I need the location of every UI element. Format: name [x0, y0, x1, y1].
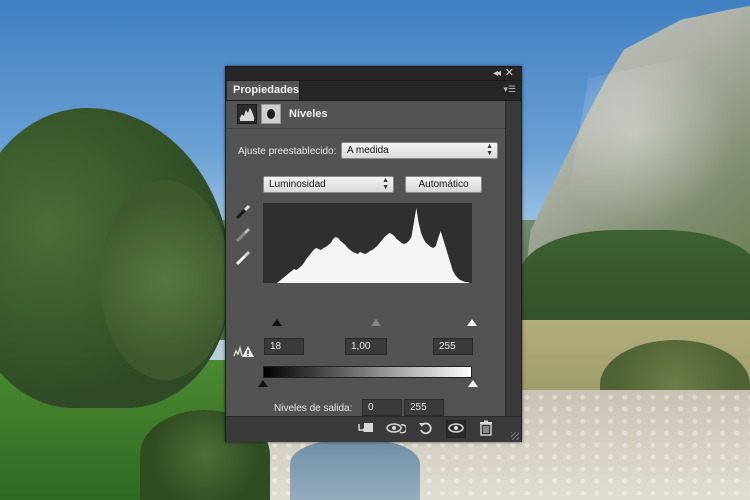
- input-black-slider[interactable]: [272, 319, 282, 326]
- output-gradient-bar: [263, 366, 472, 378]
- cliff-highlight: [560, 60, 750, 240]
- select-arrows-icon: ▲ ▼: [382, 177, 389, 191]
- black-eyedropper-icon[interactable]: [234, 203, 252, 221]
- output-white-slider[interactable]: [468, 380, 478, 387]
- auto-button[interactable]: Automático: [405, 176, 482, 193]
- eye-icon[interactable]: [446, 420, 466, 438]
- properties-panel: ◂◂ ✕ Propiedades ▾☰ Niveles Ajuste prees…: [225, 66, 522, 442]
- white-eyedropper-icon[interactable]: [234, 249, 252, 267]
- view-previous-state-icon[interactable]: [386, 420, 408, 438]
- adjustment-header: Niveles: [226, 101, 507, 129]
- output-levels-label: Niveles de salida:: [274, 403, 353, 414]
- river-water: [290, 440, 420, 500]
- output-white-field[interactable]: 255: [404, 399, 444, 416]
- preset-select[interactable]: A medida ▲ ▼: [341, 142, 498, 159]
- left-tree: [100, 180, 230, 380]
- levels-adjustment-icon[interactable]: [237, 104, 257, 124]
- histogram-graph: [277, 208, 470, 283]
- panel-menu-icon[interactable]: ▾☰: [503, 84, 516, 95]
- layer-mask-icon[interactable]: [261, 104, 281, 124]
- input-black-field[interactable]: 18: [264, 338, 304, 355]
- output-black-field[interactable]: 0: [362, 399, 402, 416]
- close-icon[interactable]: ✕: [505, 67, 514, 80]
- channel-value: Luminosidad: [269, 179, 326, 190]
- histogram: [263, 203, 472, 283]
- input-gamma-slider[interactable]: [371, 319, 381, 326]
- double-chevron-icon[interactable]: ◂◂: [493, 67, 501, 80]
- input-white-slider[interactable]: [467, 319, 477, 326]
- panel-footer: [226, 416, 521, 442]
- clip-to-layer-icon[interactable]: [356, 420, 376, 438]
- preset-value: A medida: [347, 145, 389, 156]
- input-white-field[interactable]: 255: [433, 338, 473, 355]
- histogram-shape: [277, 208, 470, 283]
- output-black-slider[interactable]: [258, 380, 268, 387]
- reset-icon[interactable]: [416, 420, 436, 438]
- trash-icon[interactable]: [476, 420, 496, 438]
- select-arrows-icon: ▲ ▼: [486, 143, 493, 157]
- preset-label: Ajuste preestablecido:: [238, 146, 337, 157]
- channel-select[interactable]: Luminosidad ▲ ▼: [263, 176, 394, 193]
- panel-scrollbar[interactable]: [505, 101, 521, 416]
- input-gamma-field[interactable]: 1,00: [345, 338, 387, 355]
- resize-grip[interactable]: [511, 432, 519, 440]
- clipping-warning-icon[interactable]: [233, 344, 255, 358]
- panel-titlebar[interactable]: ◂◂ ✕: [226, 67, 521, 81]
- tab-propiedades[interactable]: Propiedades: [227, 81, 300, 100]
- panel-content: Niveles Ajuste preestablecido: A medida …: [226, 101, 507, 416]
- gray-eyedropper-icon[interactable]: [234, 226, 252, 244]
- adjustment-title: Niveles: [289, 108, 328, 120]
- panel-tabbar: Propiedades ▾☰: [226, 81, 521, 101]
